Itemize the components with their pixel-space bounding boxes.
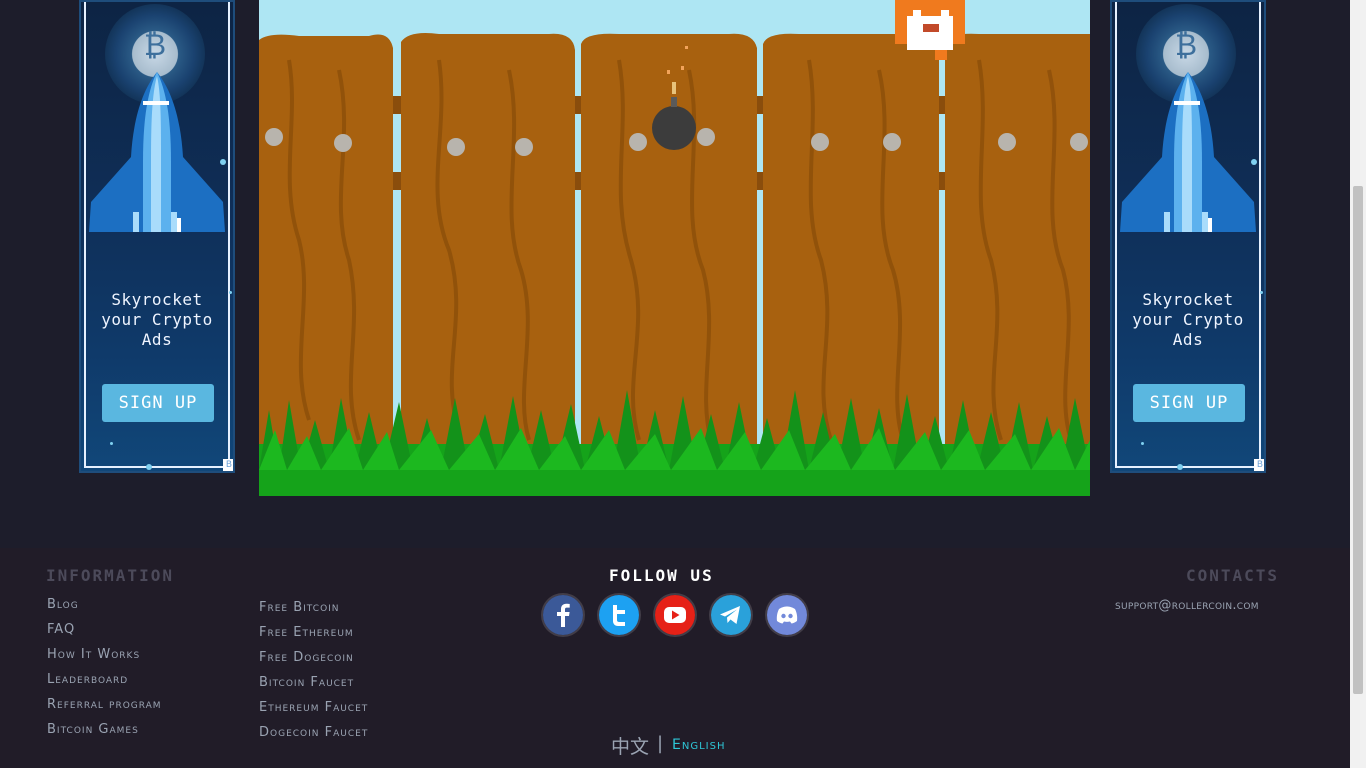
telegram-icon[interactable] (711, 595, 751, 635)
footer-link-referral-program[interactable]: Referral program (47, 697, 162, 712)
rocket-icon (89, 72, 225, 232)
facebook-icon[interactable] (543, 595, 583, 635)
footer-link-blog[interactable]: Blog (47, 597, 79, 612)
discord-icon[interactable] (767, 595, 807, 635)
ad-badge-icon[interactable]: B (223, 459, 233, 471)
rocket-icon (1120, 72, 1256, 232)
footer-link-ethereum-faucet[interactable]: Ethereum Faucet (259, 700, 368, 715)
footer-link-bitcoin-games[interactable]: Bitcoin Games (47, 722, 139, 737)
star-dot (1251, 159, 1257, 165)
ad-headline: Skyrocket your Crypto Ads (101, 290, 213, 349)
youtube-icon[interactable] (655, 595, 695, 635)
contacts-heading: CONTACTS (1186, 566, 1280, 585)
footer-link-free-bitcoin[interactable]: Free Bitcoin (259, 600, 340, 615)
star-dot (1177, 464, 1183, 470)
footer-link-how-it-works[interactable]: How It Works (47, 647, 140, 662)
star-dot (146, 464, 152, 470)
ad-badge-icon[interactable]: B (1254, 459, 1264, 471)
ad-banner-left[interactable]: ₿ Skyrocket your Crypto Ads SIGN UP B (79, 0, 235, 473)
star-dot (1141, 442, 1144, 445)
sign-up-button[interactable]: SIGN UP (1133, 384, 1245, 422)
sign-up-button[interactable]: SIGN UP (102, 384, 214, 422)
language-separator: | (657, 733, 665, 754)
support-email-link[interactable]: support@rollercoin.com (1115, 598, 1259, 613)
language-chinese[interactable]: 中文 (611, 732, 649, 759)
information-heading: INFORMATION (46, 566, 174, 585)
follow-us-heading: FOLLOW US (609, 566, 714, 585)
ad-banner-right[interactable]: ₿ Skyrocket your Crypto Ads SIGN UP B (1110, 0, 1266, 473)
footer-link-free-ethereum[interactable]: Free Ethereum (259, 625, 354, 640)
footer-link-free-dogecoin[interactable]: Free Dogecoin (259, 650, 354, 665)
star-dot (220, 159, 226, 165)
fence-scene (259, 0, 1090, 496)
ad-headline: Skyrocket your Crypto Ads (1132, 290, 1244, 349)
scrollbar[interactable] (1350, 0, 1366, 768)
language-english[interactable]: English (672, 737, 725, 753)
twitter-icon[interactable] (599, 595, 639, 635)
footer-link-leaderboard[interactable]: Leaderboard (47, 672, 128, 687)
star-dot (110, 442, 113, 445)
scrollbar-thumb[interactable] (1353, 186, 1363, 694)
game-canvas[interactable] (259, 0, 1090, 496)
footer-link-dogecoin-faucet[interactable]: Dogecoin Faucet (259, 725, 368, 740)
footer-link-faq[interactable]: FAQ (47, 622, 75, 637)
footer-link-bitcoin-faucet[interactable]: Bitcoin Faucet (259, 675, 354, 690)
